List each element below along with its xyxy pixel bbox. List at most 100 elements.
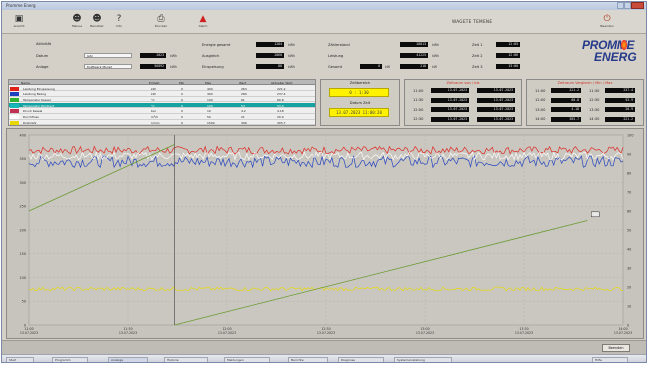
y-axis-tick-label: 250	[20, 205, 26, 209]
y-axis-right-tick-label: 70	[627, 190, 631, 194]
series-color-swatch	[10, 115, 19, 119]
taskbar-item[interactable]: Programm	[52, 357, 88, 362]
period-label: 13:30	[589, 107, 600, 112]
window-title: Promme Energ	[6, 3, 36, 8]
period-label: 11:00	[535, 88, 546, 93]
series-name: Temperatur Rücklauf	[23, 103, 55, 108]
series-max: 10	[207, 109, 211, 114]
period-label: 12:00	[535, 98, 546, 102]
y-axis-right-tick-label: 20	[627, 285, 631, 289]
series-min: 0	[181, 92, 183, 97]
toolbar-button-label: Drucken	[154, 24, 168, 28]
legend-header: Name Einheit Min Max Wert Aktueller Wert	[9, 80, 315, 85]
taskbar-item[interactable]: Start	[6, 357, 34, 362]
taskbar-item[interactable]: Diagnose	[338, 357, 384, 362]
legend-row[interactable]: Temperatur Rücklauf °C 0 100 54 53.9	[9, 103, 315, 109]
period-value: 237.4	[605, 88, 635, 93]
param-value: 56892	[140, 64, 166, 69]
close-button[interactable]	[631, 2, 644, 9]
legend-row[interactable]: Leistung Einspeisung kW 0 400 263 221.2	[9, 86, 315, 91]
legend-row[interactable]: Leistung Bezug kW 0 400 280 237.4	[9, 92, 315, 97]
param-label: Einspeisung	[202, 65, 224, 69]
info-icon: ?	[116, 14, 122, 24]
series-unit: kW	[151, 92, 156, 97]
taskbar-item[interactable]: Berichte	[288, 357, 328, 362]
period-value: 20.9	[605, 107, 635, 112]
toolbar-button-menu[interactable]: ☻ Menue	[66, 12, 88, 32]
toolbar-button-alarm[interactable]: ▲ Alarm	[192, 12, 214, 32]
alarm-icon: ▲	[199, 14, 207, 24]
param-value: 13:00	[496, 64, 520, 69]
series-unit: °C	[151, 97, 155, 102]
maximize-button[interactable]	[624, 2, 631, 9]
y-axis-right-tick-label: 10	[627, 304, 631, 308]
toolbar-button-print[interactable]: ⎙ Drucken	[150, 12, 172, 32]
legend-row[interactable]: Druck Kessel bar 0 10 4.2 4.18	[9, 109, 315, 114]
series-current: 237.4	[277, 92, 286, 97]
param-label: Zeit 2	[472, 54, 483, 58]
period-value: 13.07.2023	[477, 88, 515, 93]
param-unit: kWh	[288, 65, 296, 69]
toolbar-button-label: Alarm	[198, 24, 208, 28]
param-label: Aktivität	[36, 42, 52, 46]
y-axis-right-tick-label: 80	[627, 171, 631, 175]
y-axis-tick-label: 150	[20, 252, 26, 256]
comparison-panel: Zeitraum Vergleich / Min / Max 11:00 221.…	[526, 79, 644, 126]
flame-icon	[621, 40, 627, 50]
series-current: 221.2	[277, 86, 286, 91]
toolbar-button-exit[interactable]: ⏻ Beenden	[596, 12, 618, 32]
series-min: 0	[181, 120, 183, 125]
person-icon: ☻	[92, 14, 102, 24]
date-time-value[interactable]: 13.07.2023 11:00:20	[329, 108, 389, 117]
param-value: 12:06	[496, 53, 520, 58]
series-color-swatch	[10, 120, 19, 125]
legend-row[interactable]: Drehzahl 1/min 0 1500 306 305.7	[9, 120, 315, 126]
taskbar-item[interactable]: Systemeinstellung	[394, 357, 452, 362]
toolbar-button-label: Beenden	[600, 24, 614, 28]
y-axis-tick-label: 400	[20, 133, 26, 137]
taskbar-item[interactable]: Meldungen	[224, 357, 270, 362]
param-value: 12:05	[496, 42, 520, 47]
period-value: 60.8	[551, 97, 581, 103]
period-value: 221.2	[551, 88, 581, 93]
series-name: Temperatur Kessel	[23, 97, 51, 102]
toolbar-button-info[interactable]: ? Info	[108, 12, 130, 32]
toolbar-button-user[interactable]: ☻ Benutzer	[86, 12, 108, 32]
toolbar-button-view[interactable]: ▣ Ansicht	[8, 12, 30, 32]
period-value: 13.07.2023	[431, 97, 469, 103]
taskbar-item[interactable]: Historie	[164, 357, 208, 362]
param-value: 41225	[400, 53, 428, 58]
chart-canvas[interactable]: 4003503002502001501005001009080706050403…	[7, 129, 645, 340]
time-range-value[interactable]: 0 : 1:30	[329, 88, 389, 97]
trend-chart[interactable]: 400 350 300 250 200 150 100 50 0 100 90 80 70 60 50 40 3…	[6, 128, 644, 339]
param-label: Anlage	[36, 65, 49, 69]
param-label: Zeit 3	[472, 65, 483, 69]
legend-row[interactable]: Durchfluss m³/h 0 50 21 20.9	[9, 115, 315, 120]
x-axis-tick-label: 13.07.2023	[614, 331, 632, 335]
period-value: 13.07.2023	[477, 116, 515, 122]
period-label: 12:30	[589, 98, 600, 102]
series-unit: m³/h	[151, 115, 159, 119]
taskbar-item[interactable]: Hilfe	[592, 357, 628, 362]
param-value: 2860	[256, 53, 284, 58]
exit-button[interactable]: Beenden	[602, 344, 630, 352]
panel-title: Zeitbereich	[349, 81, 371, 85]
series-current: 305.7	[277, 120, 286, 125]
series-name: Leistung Einspeisung	[23, 86, 55, 91]
period-value: 221.2	[605, 116, 635, 122]
y-axis-right-tick-label: 50	[627, 228, 631, 232]
series-max: 400	[207, 86, 213, 91]
param-unit: kW	[385, 65, 390, 69]
toolbar-button-label: Benutzer	[90, 24, 104, 28]
panel-title: Zeitraum von / bis	[446, 81, 480, 85]
period-label: 14:00	[535, 117, 546, 121]
date-field[interactable]: Jahr	[84, 53, 132, 58]
param-unit: kWh	[288, 43, 296, 47]
plant-field[interactable]: Kraftwerk Monet	[84, 64, 132, 69]
param-value: 88	[256, 64, 284, 69]
taskbar-item[interactable]: Anzeige	[108, 357, 148, 362]
minimize-button[interactable]	[617, 2, 624, 9]
legend-row[interactable]: Temperatur Kessel °C 0 100 61 60.8	[9, 97, 315, 103]
series-value: 21	[241, 115, 245, 119]
param-value: 28813	[400, 42, 428, 47]
